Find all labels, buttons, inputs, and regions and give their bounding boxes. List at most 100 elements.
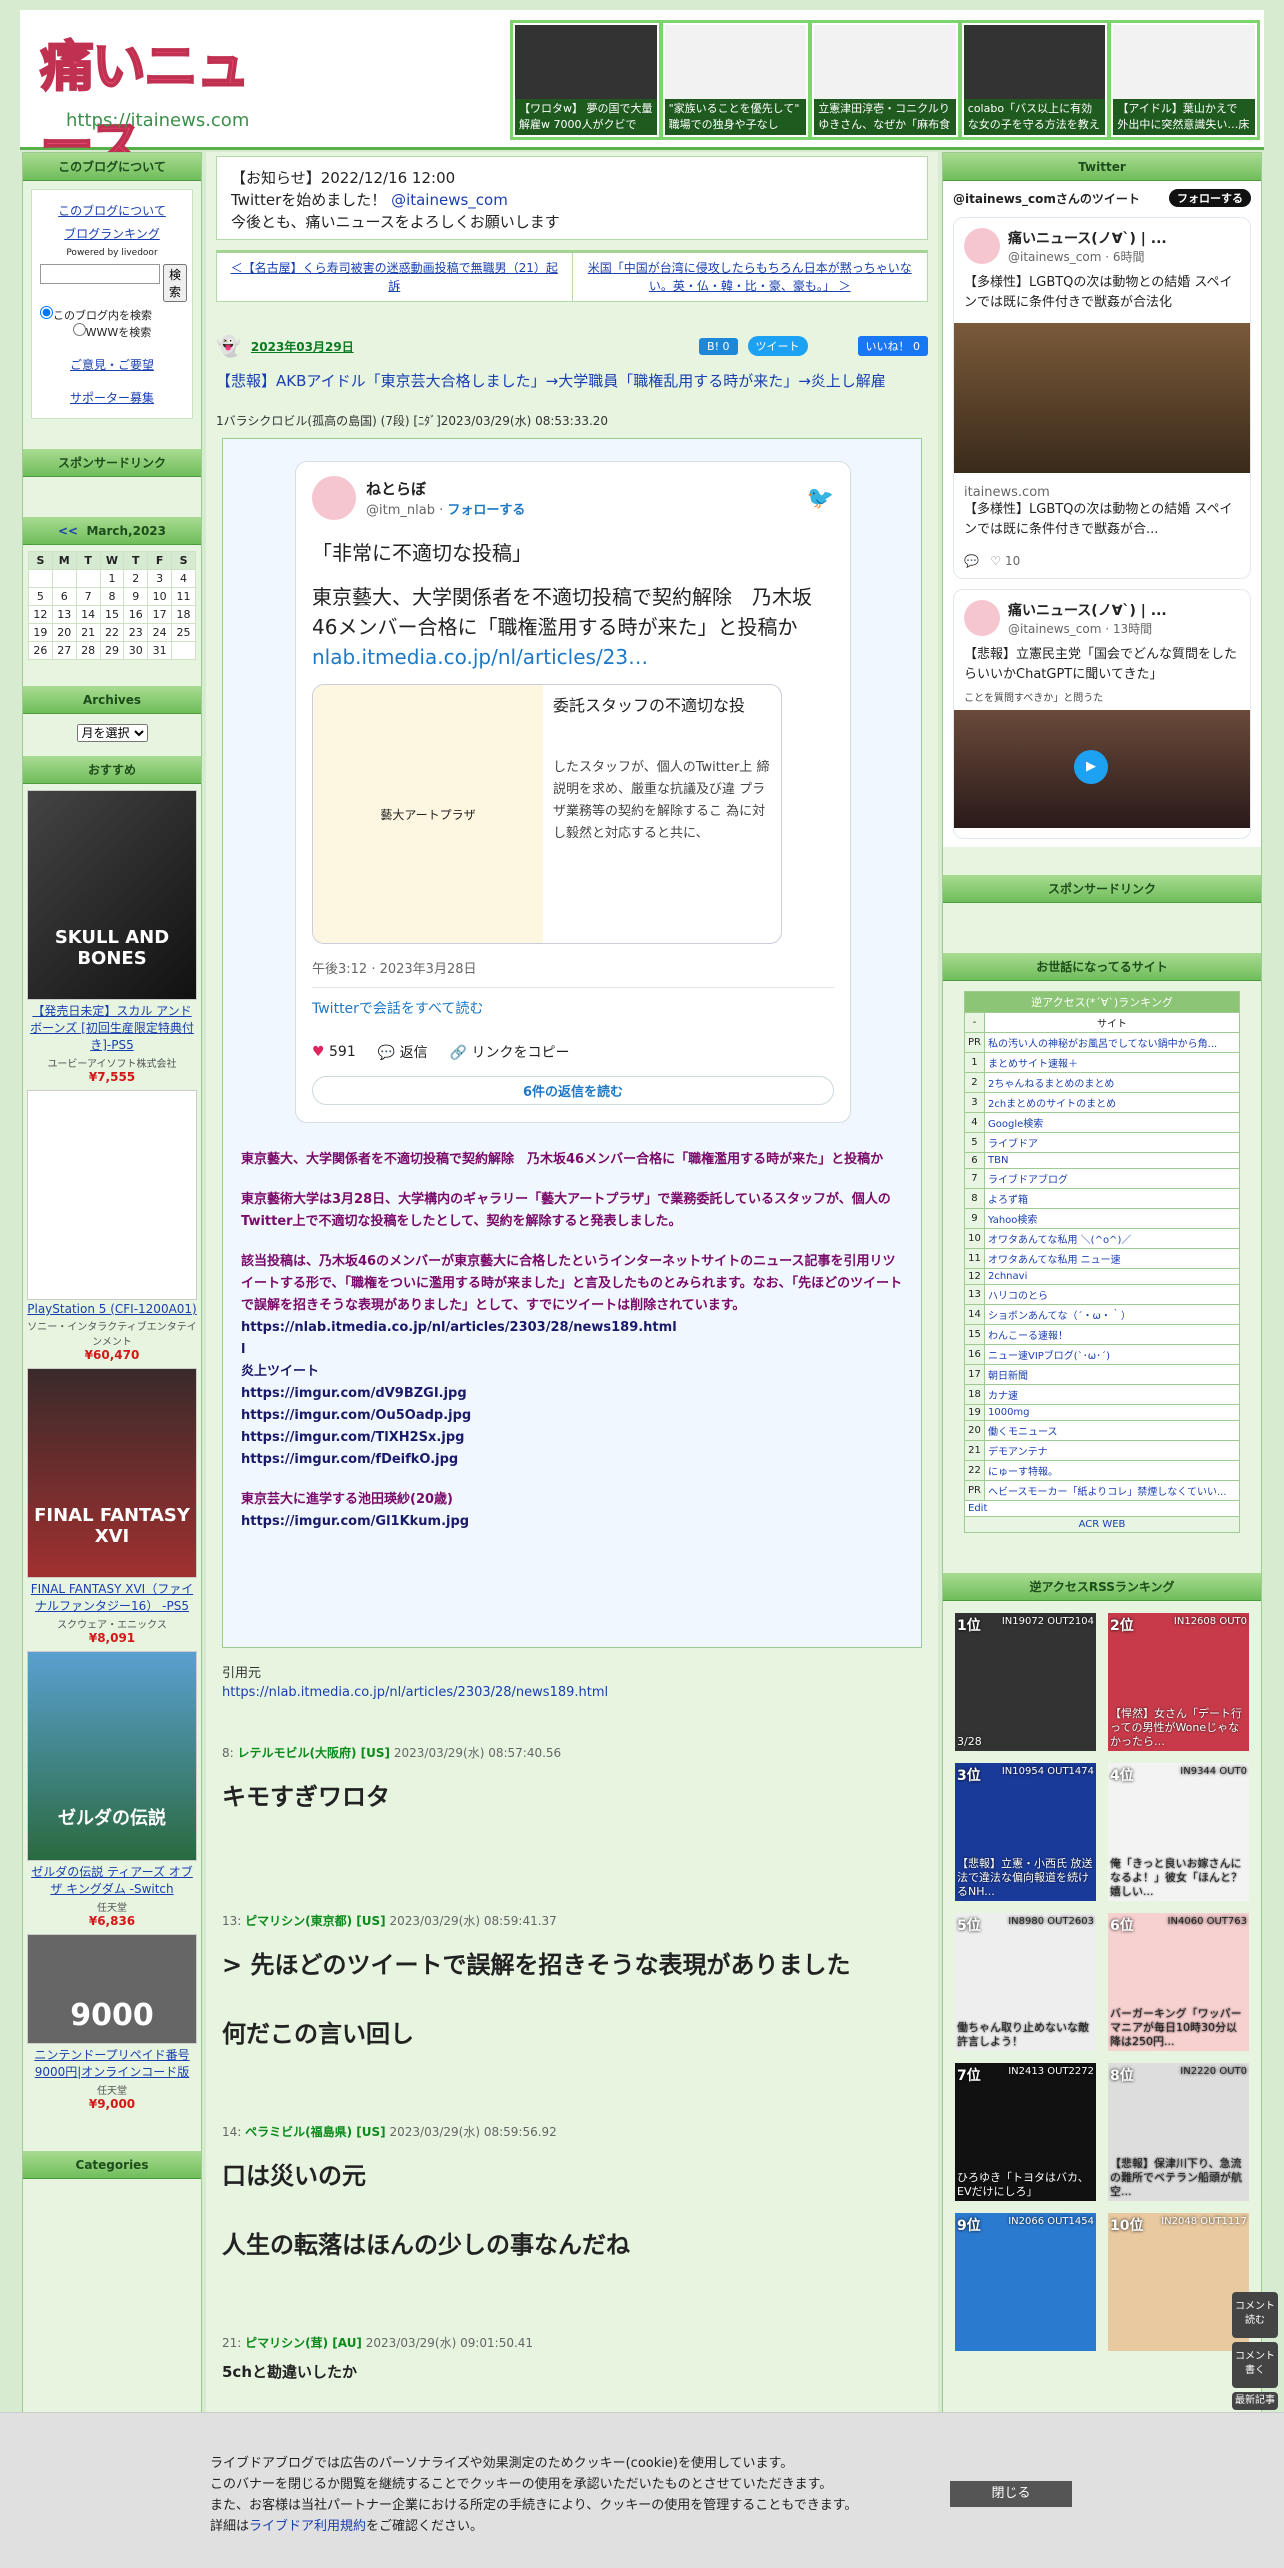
product-item[interactable]: ゼルダの伝説 ゼルダの伝説 ティアーズ オブ ザ キングダム -Switch 任… <box>23 1651 201 1928</box>
rss-ranking-item[interactable]: 10位 IN2048 OUT1117 <box>1108 2213 1249 2351</box>
product-item[interactable]: FINAL FANTASY XVI FINAL FANTASY XVI（ファイナ… <box>23 1368 201 1645</box>
ranking-link[interactable]: ハリコのとら <box>988 1291 1048 1302</box>
tweet-video[interactable]: ▶ <box>954 710 1250 828</box>
ranking-link[interactable]: Google検索 <box>988 1119 1043 1130</box>
product-item[interactable]: PlayStation 5 (CFI-1200A01) ソニー・インタラクティブ… <box>23 1090 201 1362</box>
ranking-link[interactable]: 2chまとめのサイトのまとめ <box>988 1099 1116 1110</box>
search-www-radio[interactable] <box>72 323 86 336</box>
ranking-link[interactable]: デモアンテナ <box>988 1447 1048 1458</box>
next-article-link[interactable]: 米国「中国が台湾に侵攻したらもちろん日本が黙っちゃいない。英・仏・韓・比・豪、豪… <box>573 253 928 301</box>
site-header: 痛いニュース https://itainews.com 【ワロタw】 夢の国で大… <box>20 10 1264 178</box>
notice-box: 【お知らせ】2022/12/16 12:00 Twitterを始めました！ @i… <box>216 156 928 240</box>
tweet-follow-link[interactable]: フォローする <box>447 503 525 518</box>
ranking-link[interactable]: にゅーす特報。 <box>988 1467 1058 1478</box>
ranking-link[interactable]: 1000mg <box>988 1407 1030 1418</box>
header-thumb[interactable]: 【ワロタw】 夢の国で大量解雇w 7000人がクビで <box>513 23 659 137</box>
timeline-tweet[interactable]: 痛いニュース(ノ∀`) | ... @itainews_com · 6時間 【多様… <box>953 217 1251 579</box>
cookie-close-button[interactable]: 閉じる <box>950 2481 1072 2507</box>
tweet-time[interactable]: 午後3:12 · 2023年3月28日 <box>312 958 834 977</box>
supporter-link[interactable]: サポーター募集 <box>40 389 184 406</box>
ranking-link[interactable]: ライブドア <box>988 1139 1038 1150</box>
twitter-follow-button[interactable]: フォローする <box>1169 189 1251 207</box>
avatar[interactable] <box>312 476 356 520</box>
article-header: 👻 2023年03月29日 B! 0 ツイート いいね！ 0 【悲報】AKBアイ… <box>216 314 928 429</box>
read-comments-button[interactable]: コメント読む <box>1232 2292 1278 2338</box>
rss-ranking-item[interactable]: 7位 IN2413 OUT2272 ひろゆき「トヨタはバカ、EVだけにしろ」 <box>955 2063 1096 2201</box>
tweet-link-card[interactable]: 藝大アートプラザ 委託スタッフの不適切な投 したスタッフが、個人のTwitter… <box>312 684 782 944</box>
ranking-link[interactable]: ブログランキング <box>40 225 184 242</box>
rss-ranking-item[interactable]: 9位 IN2066 OUT1454 <box>955 2213 1096 2351</box>
copy-link-button[interactable]: 🔗 リンクをコピー <box>450 1042 570 1062</box>
header-thumb[interactable]: 【アイドル】葉山かえで 外出中に突然意識失い…床 <box>1111 23 1257 137</box>
header-thumb[interactable]: colabo「バス以上に有効な女の子を守る方法を教えて <box>961 23 1108 137</box>
latest-posts-button[interactable]: 最新記事 <box>1232 2392 1278 2410</box>
categories-heading: Categories <box>23 2151 201 2179</box>
tweet-author[interactable]: ねとらぼ <box>366 478 525 499</box>
read-replies-button[interactable]: 6件の返信を読む <box>312 1076 834 1105</box>
article-nav: ＜【名古屋】くら寿司被害の迷惑動画投稿で無職男（21）起訴 米国「中国が台湾に侵… <box>216 250 928 302</box>
read-conversation-link[interactable]: Twitterで会話をすべて読む <box>312 987 834 1018</box>
timeline-tweet[interactable]: 痛いニュース(ノ∀`) | ... @itainews_com · 13時間 【悲… <box>953 589 1251 839</box>
product-item[interactable]: 9000 ニンテンドープリペイド番号 9000円|オンラインコード版 任天堂 ¥… <box>23 1934 201 2111</box>
ranking-link[interactable]: ショボンあんてな（´・ω・｀） <box>988 1311 1131 1322</box>
ranking-link[interactable]: 働くモニュース <box>988 1427 1058 1438</box>
article-title[interactable]: 【悲報】AKBアイドル「東京芸大合格しました」→大学職員「職権乱用する時が来た」… <box>216 370 928 392</box>
reply-icon: 💬 <box>377 1045 396 1061</box>
acr-link[interactable]: ACR WEB <box>1079 1519 1126 1530</box>
edit-link[interactable]: Edit <box>968 1503 987 1514</box>
prev-article-link[interactable]: ＜【名古屋】くら寿司被害の迷惑動画投稿で無職男（21）起訴 <box>217 253 573 301</box>
rss-ranking-item[interactable]: 3位 IN10954 OUT1474 【悲報】立憲・小西氏 放送法で違法な偏向報道を… <box>955 1763 1096 1901</box>
play-icon[interactable]: ▶ <box>1074 750 1108 784</box>
archives-select[interactable]: 月を選択 <box>76 724 148 742</box>
header-thumb[interactable]: 立憲津田淳壱・コニクルりゆきさん、なぜか「麻布食 <box>812 23 958 137</box>
ranking-link[interactable]: オワタあんてな私用 ニュー速 <box>988 1255 1121 1266</box>
rss-ranking-item[interactable]: 8位 IN2220 OUT0 【悲報】保津川下り、急流の難所でベテラン船頭が航空..… <box>1108 2063 1249 2201</box>
ranking-link[interactable]: わんこーる速報！ <box>988 1331 1068 1342</box>
ranking-link[interactable]: よろず箱 <box>988 1195 1028 1206</box>
archives-heading: Archives <box>23 686 201 714</box>
rss-ranking-item[interactable]: 1位 IN19072 OUT2104 3/28 <box>955 1613 1096 1751</box>
rss-ranking-item[interactable]: 2位 IN12608 OUT0 【悍然】女さん「デート行っての男性がWoneじゃなか… <box>1108 1613 1249 1751</box>
search-button[interactable]: 検索 <box>163 264 188 302</box>
source-link[interactable]: https://nlab.itmedia.co.jp/nl/articles/2… <box>222 1685 922 1700</box>
product-item[interactable]: SKULL AND BONES 【発売日未定】スカル アンド ボーンズ [初回生… <box>23 790 201 1084</box>
write-comment-button[interactable]: コメント書く <box>1232 2342 1278 2388</box>
ranking-link[interactable]: 2chnavi <box>988 1271 1027 1282</box>
tweet-button[interactable]: ツイート <box>747 336 808 356</box>
opinion-link[interactable]: ご意見・ご要望 <box>40 356 184 373</box>
ranking-link[interactable]: ライブドアブログ <box>988 1175 1068 1186</box>
calendar-prev-link[interactable]: << <box>58 524 78 538</box>
reply-button[interactable]: 💬 返信 <box>378 1042 428 1062</box>
avatar <box>964 600 1000 636</box>
article-date[interactable]: 2023年03月29日 <box>251 338 354 355</box>
header-thumb[interactable]: "家族いることを優先して" 職場での独身や子なし <box>662 23 809 137</box>
reply-icon[interactable]: 💬 <box>964 554 979 568</box>
ranking-link[interactable]: Yahoo検索 <box>988 1215 1037 1226</box>
friends-heading: お世話になってるサイト <box>943 953 1261 981</box>
ranking-link[interactable]: 2ちゃんねるまとめのまとめ <box>988 1079 1114 1090</box>
ranking-link[interactable]: ニュー速VIPブログ(`･ω･´) <box>988 1351 1110 1362</box>
twitter-bird-icon[interactable]: 🐦 <box>807 486 834 511</box>
post-header: 1バラシクロビル(孤高の島国) (7段) [ﾆﾀﾞ]2023/03/29(水) … <box>216 414 609 428</box>
heart-icon[interactable]: ♡ <box>990 554 1001 568</box>
like-button[interactable]: いいね！ 0 <box>857 336 928 356</box>
rss-ranking-item[interactable]: 6位 IN4060 OUT763 バーガーキング「ワッパーマニアが毎日10時30分以… <box>1108 1913 1249 2051</box>
twitter-handle-link[interactable]: @itainews_com <box>391 191 508 209</box>
ranking-link[interactable]: ヘビースモーカー「紙よりコレ」禁煙しなくていい... <box>988 1487 1227 1498</box>
hatena-button[interactable]: B! 0 <box>699 337 738 355</box>
tweet-link[interactable]: nlab.itmedia.co.jp/nl/articles/23… <box>312 645 648 669</box>
terms-link[interactable]: ライブドア利用規約 <box>249 2519 366 2534</box>
ranking-link[interactable]: カナ速 <box>988 1391 1018 1402</box>
ranking-link[interactable]: 朝日新聞 <box>988 1371 1028 1382</box>
ranking-link[interactable]: オワタあんてな私用 ＼(^o^)／ <box>988 1235 1131 1246</box>
rss-ranking-item[interactable]: 4位 IN9344 OUT0 俺「きっと良いお嫁さんになるよ！」彼女「ほんと？嬉しい… <box>1108 1763 1249 1901</box>
ranking-link[interactable]: まとめサイト速報＋ <box>988 1059 1078 1070</box>
rss-ranking-item[interactable]: 5位 IN8980 OUT2603 働ちゃん取り止めないな敵 許言しよう！ <box>955 1913 1096 2051</box>
search-input[interactable] <box>40 264 160 284</box>
search-blog-radio[interactable] <box>40 306 53 319</box>
like-count[interactable]: ♥ 591 <box>312 1044 356 1060</box>
about-link[interactable]: このブログについて <box>40 202 184 219</box>
ranking-link[interactable]: 私の汚い人の神秘がお風呂でしてない鍋中から角... <box>988 1039 1217 1050</box>
ranking-link[interactable]: TBN <box>988 1155 1008 1166</box>
site-logo[interactable]: 痛いニュース https://itainews.com <box>39 22 280 178</box>
